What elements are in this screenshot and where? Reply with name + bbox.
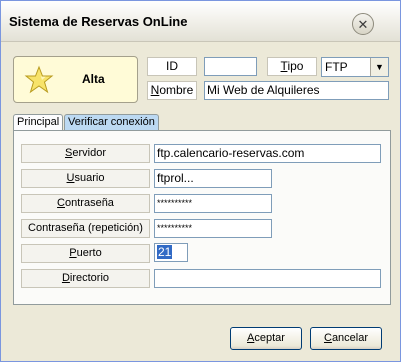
- directorio-field[interactable]: [154, 269, 381, 288]
- close-icon: ✕: [357, 16, 369, 32]
- contrasena-label: Contraseña: [21, 194, 150, 213]
- window-title: Sistema de Reservas OnLine: [9, 14, 188, 29]
- id-field[interactable]: [204, 57, 257, 76]
- nombre-label: Nombre: [147, 81, 197, 100]
- usuario-field[interactable]: ftprol...: [154, 169, 272, 188]
- nombre-field[interactable]: Mi Web de Alquileres: [204, 81, 389, 100]
- tab-principal[interactable]: Principal: [13, 114, 63, 130]
- aceptar-button[interactable]: Aceptar: [230, 327, 302, 350]
- tab-verificar-conexion[interactable]: Verificar conexión: [64, 114, 159, 130]
- usuario-label: Usuario: [21, 169, 150, 188]
- tipo-label: Tipo: [267, 57, 317, 76]
- tipo-value: FTP: [325, 60, 348, 74]
- servidor-label: Servidor: [21, 144, 150, 163]
- tipo-select[interactable]: FTP ▼: [321, 57, 389, 77]
- id-label: ID: [147, 57, 197, 76]
- directorio-label: Directorio: [21, 269, 150, 288]
- close-button[interactable]: ✕: [352, 13, 374, 35]
- alta-label: Alta: [82, 72, 105, 86]
- contrasena-field[interactable]: **********: [154, 194, 272, 213]
- contrasena-repeticion-field[interactable]: **********: [154, 219, 272, 238]
- puerto-value: 21: [157, 245, 173, 259]
- contrasena-repeticion-label: Contraseña (repetición): [21, 219, 150, 238]
- servidor-field[interactable]: ftp.calencario-reservas.com: [154, 144, 381, 163]
- chevron-down-icon[interactable]: ▼: [370, 58, 388, 76]
- star-icon: [24, 65, 54, 94]
- alta-button[interactable]: Alta: [13, 56, 138, 103]
- title-bar: Sistema de Reservas OnLine ✕: [1, 1, 400, 42]
- cancelar-button[interactable]: Cancelar: [310, 327, 382, 350]
- puerto-field[interactable]: 21: [154, 243, 188, 262]
- dialog-window: Sistema de Reservas OnLine ✕ Alta ID Tip…: [0, 0, 401, 362]
- puerto-label: Puerto: [21, 244, 150, 263]
